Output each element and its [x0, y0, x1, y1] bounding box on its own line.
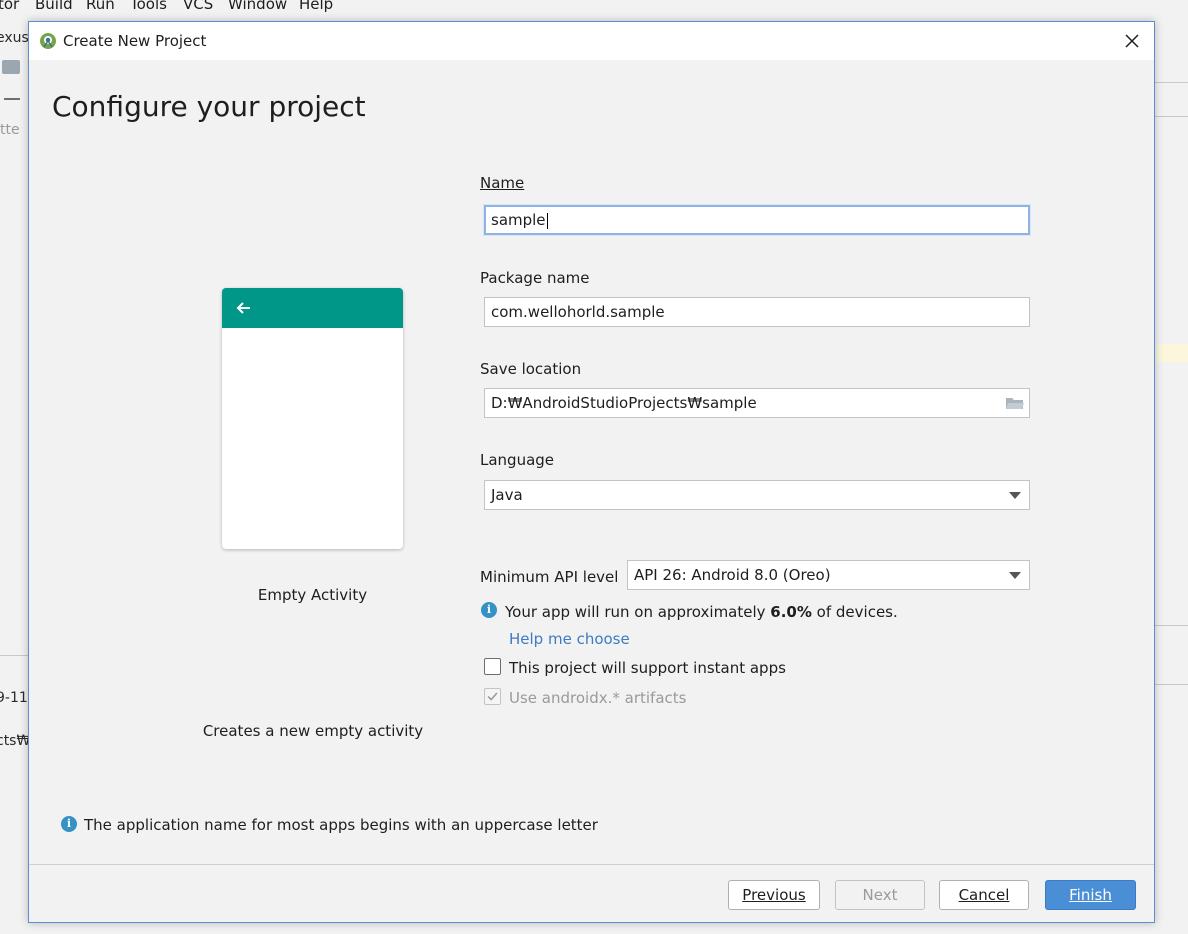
androidx-checkbox[interactable]	[484, 688, 501, 705]
ide-divider	[1154, 116, 1188, 117]
app-name-hint: The application name for most apps begin…	[84, 816, 598, 834]
min-api-select[interactable]: API 26: Android 8.0 (Oreo)	[627, 560, 1030, 590]
next-button[interactable]: Next	[835, 880, 925, 910]
ide-divider	[1154, 684, 1188, 685]
language-select[interactable]: Java	[484, 480, 1030, 510]
menu-tools[interactable]: Tools	[130, 0, 167, 12]
help-me-choose-link[interactable]: Help me choose	[509, 630, 630, 648]
ide-path-fragment: cts₩	[0, 733, 31, 749]
instant-apps-checkbox[interactable]	[484, 658, 501, 675]
arrow-back-icon	[236, 302, 250, 314]
menu-build[interactable]: Build	[35, 0, 73, 12]
language-value: Java	[491, 486, 523, 504]
name-value: sample	[491, 211, 546, 229]
template-preview	[222, 288, 403, 549]
finish-button[interactable]: Finish	[1045, 880, 1136, 910]
preview-toolbar	[222, 288, 403, 328]
save-location-field[interactable]: D:₩AndroidStudioProjects₩sample	[484, 388, 1030, 418]
ide-project-fragment: exus	[0, 30, 29, 46]
menu-window[interactable]: Window	[228, 0, 287, 12]
devices-percent: 6.0%	[770, 603, 812, 621]
folder-icon[interactable]	[1005, 394, 1025, 412]
instant-apps-label[interactable]: This project will support instant apps	[509, 659, 786, 677]
folder-icon	[2, 60, 20, 74]
info-icon: i	[481, 602, 497, 618]
ide-divider	[0, 655, 30, 656]
android-studio-icon	[40, 33, 56, 49]
collapse-icon[interactable]	[4, 98, 20, 100]
name-label: Name	[480, 174, 525, 192]
info-icon: i	[61, 816, 77, 832]
ide-right-panel	[1154, 18, 1188, 934]
ide-divider	[1154, 82, 1188, 83]
ide-menubar: tor Build Run Tools VCS Window Help	[0, 0, 1188, 18]
footer-divider	[29, 864, 1154, 865]
min-api-value: API 26: Android 8.0 (Oreo)	[634, 566, 831, 584]
dialog-titlebar[interactable]: Create New Project	[29, 22, 1154, 60]
ide-divider	[1154, 625, 1188, 626]
template-description: Creates a new empty activity	[202, 722, 424, 740]
previous-button[interactable]: Previous	[728, 880, 820, 910]
text-caret	[546, 212, 548, 229]
ide-left-panel	[0, 18, 30, 934]
min-api-label: Minimum API level	[480, 568, 619, 586]
cancel-button[interactable]: Cancel	[939, 880, 1029, 910]
devices-coverage-text: Your app will run on approximately 6.0% …	[505, 603, 898, 621]
package-name-field[interactable]: com.wellohorld.sample	[484, 297, 1030, 327]
dialog-title: Create New Project	[63, 32, 207, 50]
template-name: Empty Activity	[257, 586, 368, 604]
chevron-down-icon	[1009, 572, 1021, 579]
save-location-label: Save location	[480, 360, 582, 378]
ide-highlight-line	[1156, 344, 1188, 362]
ide-palette-fragment: tte	[0, 122, 20, 138]
create-new-project-dialog: Create New Project Configure your projec…	[28, 21, 1155, 923]
androidx-label: Use androidx.* artifacts	[509, 689, 687, 707]
page-heading: Configure your project	[52, 90, 366, 123]
menu-editor[interactable]: tor	[0, 0, 19, 12]
language-label: Language	[480, 451, 555, 469]
chevron-down-icon	[1009, 492, 1021, 499]
menu-vcs[interactable]: VCS	[183, 0, 213, 12]
close-icon[interactable]	[1119, 28, 1145, 54]
name-field[interactable]: sample	[484, 205, 1030, 235]
menu-run[interactable]: Run	[86, 0, 115, 12]
save-location-value: D:₩AndroidStudioProjects₩sample	[491, 394, 757, 412]
package-name-label: Package name	[480, 269, 590, 287]
menu-help[interactable]: Help	[299, 0, 333, 12]
